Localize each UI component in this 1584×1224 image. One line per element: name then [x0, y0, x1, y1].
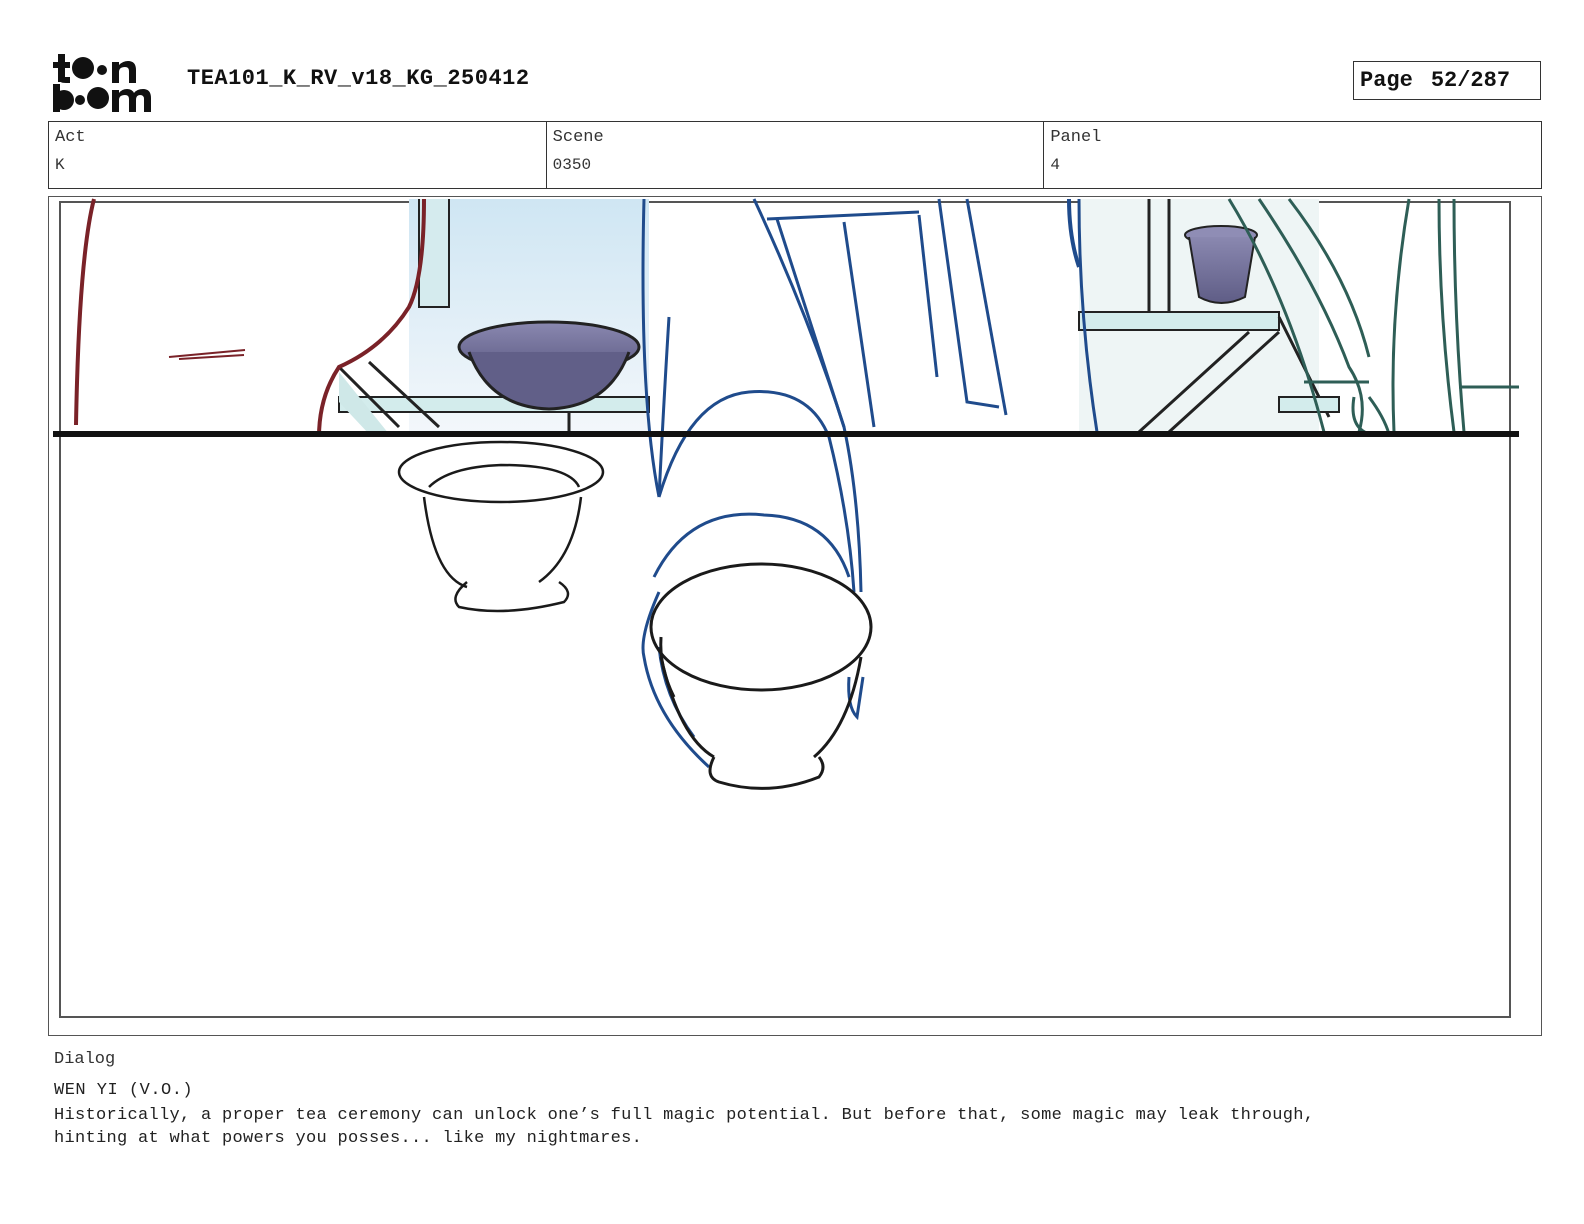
dialog-section: Dialog WEN YI (V.O.) Historically, a pro…	[54, 1050, 1534, 1150]
dialog-label: Dialog	[54, 1050, 116, 1069]
panel-cell: Panel 4	[1044, 122, 1541, 188]
storyboard-panel	[48, 196, 1542, 1036]
scene-cell: Scene 0350	[547, 122, 1045, 188]
storyboard-sketch-icon	[53, 198, 1519, 1018]
page-label: Page	[1360, 68, 1413, 93]
panel-value: 4	[1050, 156, 1060, 174]
act-label: Act	[55, 128, 86, 147]
scene-value: 0350	[552, 156, 592, 174]
dialog-line-2: hinting at what powers you posses... lik…	[54, 1129, 643, 1148]
toon-boom-logo	[50, 50, 166, 114]
page-number: 52/287	[1430, 68, 1511, 93]
page-indicator: Page 52/287	[1353, 61, 1541, 100]
panel-label: Panel	[1050, 128, 1102, 147]
document-title: TEA101_K_RV_v18_KG_250412	[187, 66, 530, 91]
scene-label: Scene	[552, 128, 604, 147]
dialog-line-1: Historically, a proper tea ceremony can …	[54, 1106, 1315, 1125]
act-cell: Act K	[49, 122, 547, 188]
act-value: K	[55, 156, 65, 174]
shot-info-table: Act K Scene 0350 Panel 4	[48, 121, 1542, 189]
dialog-speaker: WEN YI (V.O.)	[54, 1081, 194, 1100]
